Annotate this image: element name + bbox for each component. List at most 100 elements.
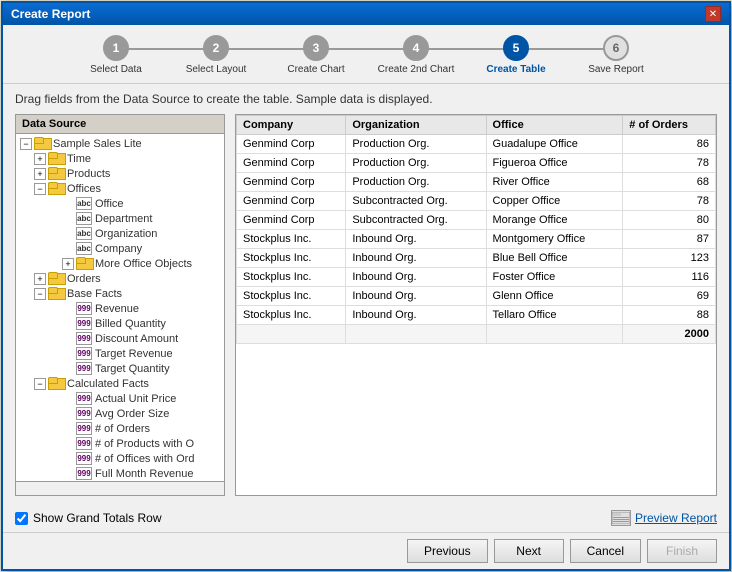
tree-toggle-products[interactable]: + <box>34 168 46 180</box>
preview-icon <box>611 510 631 526</box>
cell-total-empty <box>486 325 623 344</box>
cell-orders: 78 <box>623 192 716 211</box>
tree-item-base-facts[interactable]: − Base Facts <box>18 286 222 301</box>
previous-button[interactable]: Previous <box>407 539 488 563</box>
close-button[interactable]: ✕ <box>705 6 721 22</box>
tree-label-office: Office <box>95 198 124 210</box>
tree-item-products[interactable]: + Products <box>18 166 222 181</box>
tree-item-num-orders[interactable]: 999 # of Orders <box>18 421 222 436</box>
grand-totals-checkbox[interactable] <box>15 512 28 525</box>
cell-orders: 88 <box>623 306 716 325</box>
tree-label-full-month: Full Month Revenue <box>95 468 193 480</box>
tree-toggle-offices[interactable]: − <box>34 183 46 195</box>
cell-org: Subcontracted Org. <box>346 192 486 211</box>
step-5-circle: 5 <box>503 35 529 61</box>
cell-company: Stockplus Inc. <box>237 249 346 268</box>
dialog-body: 1 Select Data 2 Select Layout 3 Create C… <box>3 25 729 569</box>
tree-label-products: Products <box>67 168 110 180</box>
table-row: Genmind CorpProduction Org.River Office6… <box>237 173 716 192</box>
step-3: 3 Create Chart <box>266 35 366 75</box>
tree-item-avg-order[interactable]: 999 Avg Order Size <box>18 406 222 421</box>
table-row: Stockplus Inc.Inbound Org.Tellaro Office… <box>237 306 716 325</box>
tree-toggle-time[interactable]: + <box>34 153 46 165</box>
cell-office: Morange Office <box>486 211 623 230</box>
tree-item-discount[interactable]: 999 Discount Amount <box>18 331 222 346</box>
step-1-label: Select Data <box>90 64 142 75</box>
preview-report-button[interactable]: Preview Report <box>611 510 717 526</box>
tree-item-num-products[interactable]: 999 # of Products with O <box>18 436 222 451</box>
data-source-panel: Data Source − Sample Sales Lite + Time <box>15 114 225 496</box>
folder-icon-root <box>34 137 50 150</box>
abc-icon-dept: abc <box>76 212 92 225</box>
horizontal-scrollbar[interactable] <box>16 481 224 495</box>
tree-toggle-root[interactable]: − <box>20 138 32 150</box>
num-icon-avg: 999 <box>76 407 92 420</box>
tree-item-office-field[interactable]: abc Office <box>18 196 222 211</box>
cell-orders: 123 <box>623 249 716 268</box>
steps-bar: 1 Select Data 2 Select Layout 3 Create C… <box>3 25 729 84</box>
folder-icon-offices <box>48 182 64 195</box>
cell-orders: 86 <box>623 135 716 154</box>
table-row: Stockplus Inc.Inbound Org.Foster Office1… <box>237 268 716 287</box>
cell-total-empty <box>237 325 346 344</box>
tree-item-orders[interactable]: + Orders <box>18 271 222 286</box>
step-2: 2 Select Layout <box>166 35 266 75</box>
num-icon-billed: 999 <box>76 317 92 330</box>
finish-button[interactable]: Finish <box>647 539 717 563</box>
table-row: Genmind CorpProduction Org.Figueroa Offi… <box>237 154 716 173</box>
cell-total-orders: 2000 <box>623 325 716 344</box>
tree-item-target-rev[interactable]: 999 Target Revenue <box>18 346 222 361</box>
folder-icon-calc <box>48 377 64 390</box>
tree-item-root[interactable]: − Sample Sales Lite <box>18 136 222 151</box>
col-orders: # of Orders <box>623 116 716 135</box>
folder-icon-more <box>76 257 92 270</box>
tree-item-full-month[interactable]: 999 Full Month Revenue <box>18 466 222 481</box>
tree-item-offices[interactable]: − Offices <box>18 181 222 196</box>
tree-item-unit-price[interactable]: 999 Actual Unit Price <box>18 391 222 406</box>
table-total-row: 2000 <box>237 325 716 344</box>
tree-item-time[interactable]: + Time <box>18 151 222 166</box>
tree-item-department[interactable]: abc Department <box>18 211 222 226</box>
tree-label-calc: Calculated Facts <box>67 378 149 390</box>
cell-company: Genmind Corp <box>237 154 346 173</box>
tree-container[interactable]: − Sample Sales Lite + Time + <box>16 134 224 481</box>
cell-total-empty <box>346 325 486 344</box>
cell-company: Stockplus Inc. <box>237 287 346 306</box>
tree-label-time: Time <box>67 153 91 165</box>
tree-label-base: Base Facts <box>67 288 122 300</box>
cell-orders: 69 <box>623 287 716 306</box>
data-table-panel[interactable]: Company Organization Office # of Orders … <box>235 114 717 496</box>
tree-item-organization[interactable]: abc Organization <box>18 226 222 241</box>
panel-header: Data Source <box>16 115 224 134</box>
tree-item-target-qty[interactable]: 999 Target Quantity <box>18 361 222 376</box>
tree-toggle-more[interactable]: + <box>62 258 74 270</box>
cell-company: Genmind Corp <box>237 135 346 154</box>
tree-item-revenue[interactable]: 999 Revenue <box>18 301 222 316</box>
table-row: Stockplus Inc.Inbound Org.Montgomery Off… <box>237 230 716 249</box>
table-row: Genmind CorpSubcontracted Org.Morange Of… <box>237 211 716 230</box>
preview-svg <box>612 512 630 524</box>
tree-item-more-office[interactable]: + More Office Objects <box>18 256 222 271</box>
tree-item-num-offices[interactable]: 999 # of Offices with Ord <box>18 451 222 466</box>
col-organization: Organization <box>346 116 486 135</box>
tree-item-company[interactable]: abc Company <box>18 241 222 256</box>
cell-company: Genmind Corp <box>237 173 346 192</box>
step-4-circle: 4 <box>403 35 429 61</box>
folder-icon-base <box>48 287 64 300</box>
tree-label-orders: Orders <box>67 273 101 285</box>
cancel-button[interactable]: Cancel <box>570 539 641 563</box>
cell-office: Foster Office <box>486 268 623 287</box>
tree-toggle-orders[interactable]: + <box>34 273 46 285</box>
grand-totals-label[interactable]: Show Grand Totals Row <box>15 511 162 525</box>
tree-label-org: Organization <box>95 228 157 240</box>
data-table: Company Organization Office # of Orders … <box>236 115 716 344</box>
tree-item-calc-facts[interactable]: − Calculated Facts <box>18 376 222 391</box>
cell-orders: 78 <box>623 154 716 173</box>
tree-label-num-products: # of Products with O <box>95 438 194 450</box>
tree-toggle-base[interactable]: − <box>34 288 46 300</box>
tree-label-discount: Discount Amount <box>95 333 178 345</box>
tree-toggle-calc[interactable]: − <box>34 378 46 390</box>
abc-icon-org: abc <box>76 227 92 240</box>
next-button[interactable]: Next <box>494 539 564 563</box>
tree-item-billed-qty[interactable]: 999 Billed Quantity <box>18 316 222 331</box>
